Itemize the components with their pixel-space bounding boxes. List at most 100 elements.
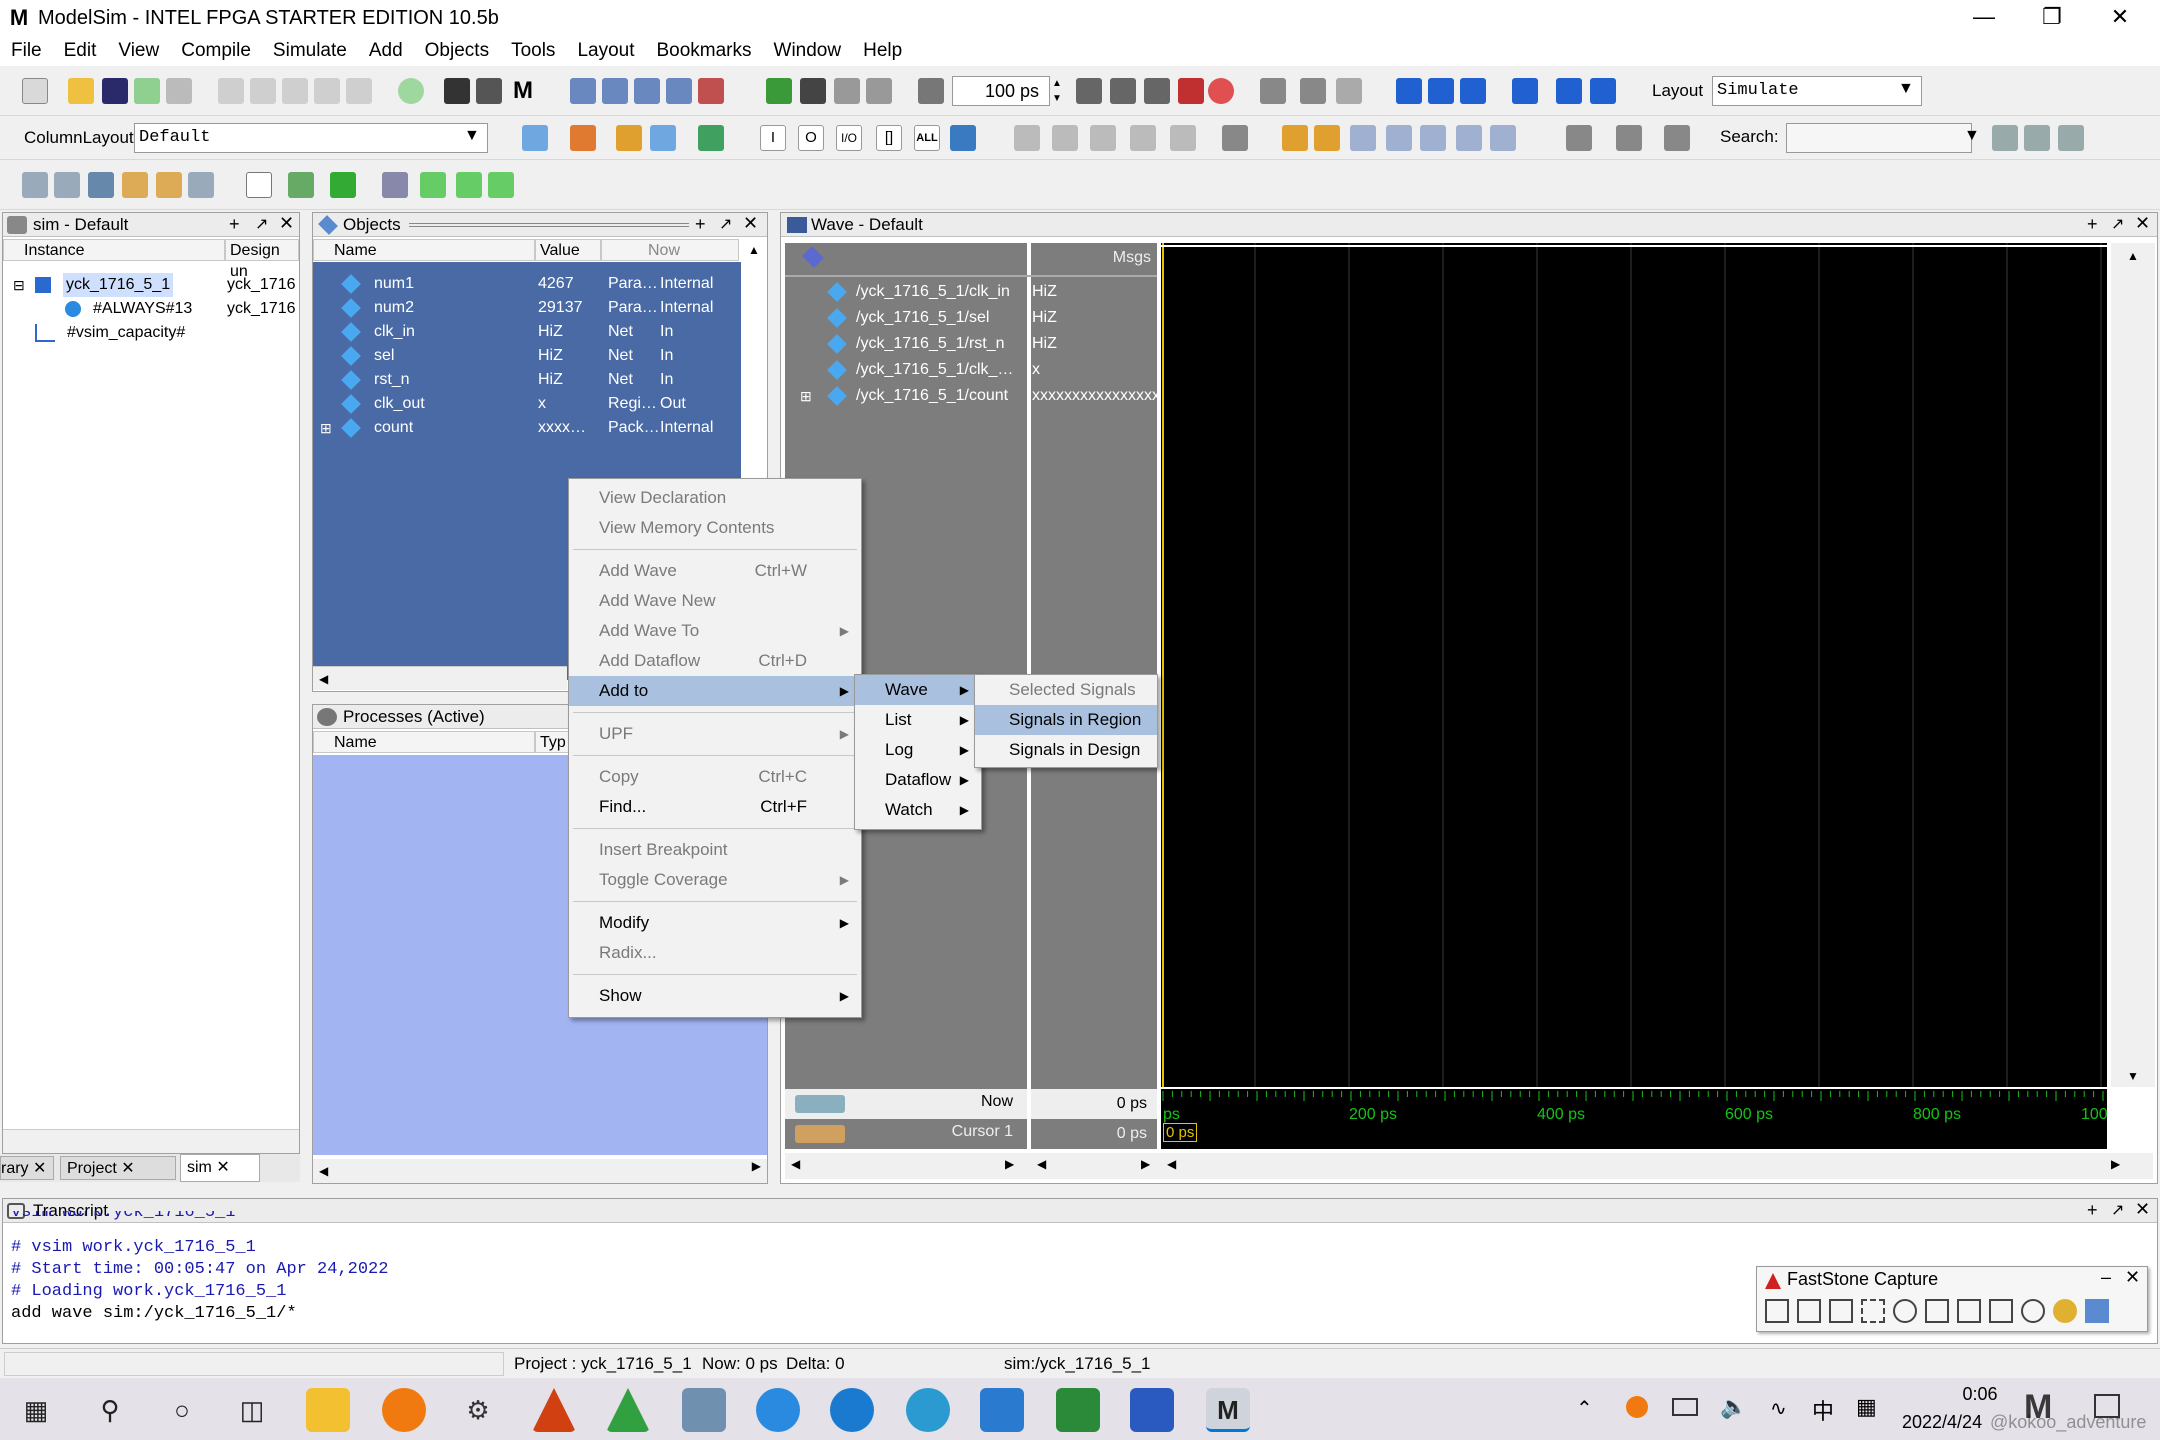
capture-object-icon[interactable] <box>1829 1299 1853 1323</box>
menu-bookmarks[interactable]: Bookmarks <box>645 40 762 62</box>
zoom-in-icon[interactable] <box>22 172 48 198</box>
trace-icon[interactable] <box>1664 125 1690 151</box>
edge-next-icon[interactable] <box>1314 125 1340 151</box>
run-all-icon[interactable] <box>1144 78 1170 104</box>
menu-window[interactable]: Window <box>763 40 853 62</box>
wave-pane-close-icon[interactable]: ✕ <box>2135 213 2150 234</box>
capture-settings-icon[interactable] <box>2053 1299 2077 1323</box>
context-menu-item[interactable]: Add Dataflow Ctrl+D <box>569 646 861 676</box>
output-filter-icon[interactable]: O <box>798 125 824 151</box>
browser-icon[interactable] <box>906 1388 950 1432</box>
processes-col-name[interactable]: Name <box>313 731 535 753</box>
objects-pane-undock-icon[interactable]: ↗ <box>719 214 732 234</box>
network-tool-icon[interactable] <box>682 1388 726 1432</box>
step-up-icon[interactable] <box>800 78 826 104</box>
objects-row[interactable]: sel HiZ Net In <box>318 344 738 368</box>
stop-icon[interactable] <box>1208 78 1234 104</box>
expand-icon[interactable]: ⊞ <box>800 384 812 408</box>
search-icon[interactable]: ⚲ <box>88 1388 132 1432</box>
performance-icon[interactable] <box>1260 78 1286 104</box>
capture-window-icon[interactable] <box>1797 1299 1821 1323</box>
context-menu-item[interactable]: Toggle Coverage ▶ <box>569 865 861 895</box>
objects-col-name[interactable]: Name <box>313 239 535 261</box>
windows-start-icon[interactable]: ▦ <box>14 1388 58 1432</box>
open-folder-icon[interactable] <box>68 78 94 104</box>
sim-row[interactable]: ⊟ yck_1716_5_1 yck_1716 <box>13 273 299 297</box>
find-icon[interactable] <box>444 78 470 104</box>
menu-objects[interactable]: Objects <box>414 40 500 62</box>
input-grid-icon[interactable]: ▦ <box>1856 1394 1877 1420</box>
zoom-last-icon[interactable] <box>188 172 214 198</box>
inout-filter-icon[interactable]: I/O <box>836 125 862 151</box>
restart-icon[interactable] <box>766 78 792 104</box>
tab-project[interactable]: Project ✕ <box>60 1156 176 1180</box>
context-menu-item[interactable]: Insert Breakpoint <box>569 835 861 865</box>
menu-layout[interactable]: Layout <box>566 40 645 62</box>
find-prev-icon[interactable] <box>1350 125 1376 151</box>
step-forward-icon[interactable] <box>1556 78 1582 104</box>
continue-icon[interactable] <box>1110 78 1136 104</box>
run-time-input[interactable]: 100 ps <box>952 76 1050 106</box>
objects-hscrollbar[interactable]: ◀ <box>313 666 567 690</box>
faststone-close-icon[interactable]: ✕ <box>2125 1267 2140 1288</box>
column-layout-dropdown-icon[interactable]: ▼ <box>464 127 480 145</box>
memory-icon[interactable] <box>666 78 692 104</box>
context-menu-item[interactable]: Show ▶ <box>569 981 861 1011</box>
expand-icon[interactable]: ⊞ <box>320 416 332 440</box>
add-log-icon[interactable] <box>616 125 642 151</box>
tab-sim[interactable]: sim ✕ <box>180 1154 260 1182</box>
submenu-wave[interactable]: Wave ▶ <box>855 675 981 705</box>
layout-select[interactable]: Simulate <box>1712 76 1922 106</box>
objects-row[interactable]: num2 29137 Para… Internal <box>318 296 738 320</box>
selected-signals-item[interactable]: Selected Signals <box>975 675 1157 705</box>
tab-library[interactable]: rary ✕ <box>0 1156 54 1180</box>
print-icon[interactable] <box>166 78 192 104</box>
context-menu-item[interactable]: Add Wave Ctrl+W <box>569 556 861 586</box>
volume-icon[interactable]: 🔈 <box>1720 1394 1747 1420</box>
file-explorer-icon[interactable] <box>306 1388 350 1432</box>
objects-col-value[interactable]: Value <box>535 239 601 261</box>
column-layout-select[interactable]: Default <box>134 123 488 153</box>
run-length-icon[interactable] <box>918 78 944 104</box>
objects-pane-close-icon[interactable]: ✕ <box>743 213 758 234</box>
time-stepper[interactable]: ▲ ▼ <box>1050 76 1064 106</box>
step-over-icon[interactable] <box>1428 78 1454 104</box>
wave-timeline[interactable]: ps 200 ps 400 ps 600 ps 800 ps 100 0 ps <box>1161 1089 2107 1149</box>
notification-icon[interactable] <box>2094 1394 2120 1418</box>
cut-icon[interactable] <box>218 78 244 104</box>
menu-edit[interactable]: Edit <box>53 40 108 62</box>
step-end-icon[interactable] <box>1590 78 1616 104</box>
vscode-icon[interactable] <box>980 1388 1024 1432</box>
objects-row[interactable]: num1 4267 Para… Internal <box>318 272 738 296</box>
capture-active-icon[interactable] <box>1765 1299 1789 1323</box>
word-icon[interactable] <box>1130 1388 1174 1432</box>
context-menu-item[interactable]: View Declaration <box>569 483 861 513</box>
context-menu-item[interactable]: Find... Ctrl+F <box>569 792 861 822</box>
everything-search-icon[interactable] <box>382 1388 426 1432</box>
modelsim-taskbar-icon[interactable]: M <box>1206 1388 1250 1432</box>
signals-in-design-item[interactable]: Signals in Design <box>975 735 1157 765</box>
clock-time[interactable]: 0:06 <box>1920 1384 2040 1405</box>
transcript-undock-icon[interactable]: ↗ <box>2111 1200 2124 1220</box>
search-dropdown-icon[interactable]: ▼ <box>1964 127 1980 145</box>
capture-fixed-icon[interactable] <box>1989 1299 2013 1323</box>
step-out-icon[interactable] <box>1460 78 1486 104</box>
step-back-icon[interactable] <box>1512 78 1538 104</box>
tray-chevron-icon[interactable]: ⌃ <box>1576 1396 1593 1421</box>
objects-row[interactable]: clk_in HiZ Net In <box>318 320 738 344</box>
context-menu-item[interactable]: UPF ▶ <box>569 719 861 749</box>
tray-app-icon[interactable] <box>1626 1396 1648 1418</box>
sim-pane-close-icon[interactable]: ✕ <box>279 213 294 234</box>
objects-col-now[interactable]: Now <box>601 239 739 261</box>
objects-pane-dock-icon[interactable]: + <box>695 214 706 235</box>
capture-freehand-icon[interactable] <box>1893 1299 1917 1323</box>
falling-edge-icon[interactable] <box>1420 125 1446 151</box>
save-icon[interactable] <box>102 78 128 104</box>
sim-col-instance[interactable]: Instance <box>3 239 225 261</box>
undo-icon[interactable] <box>314 78 340 104</box>
add-dataflow-icon[interactable] <box>650 125 676 151</box>
menu-view[interactable]: View <box>107 40 170 62</box>
cortana-icon[interactable]: ○ <box>160 1388 204 1432</box>
memory-profile-icon[interactable] <box>1300 78 1326 104</box>
cursor-time-tag[interactable]: 0 ps <box>1163 1123 1198 1142</box>
